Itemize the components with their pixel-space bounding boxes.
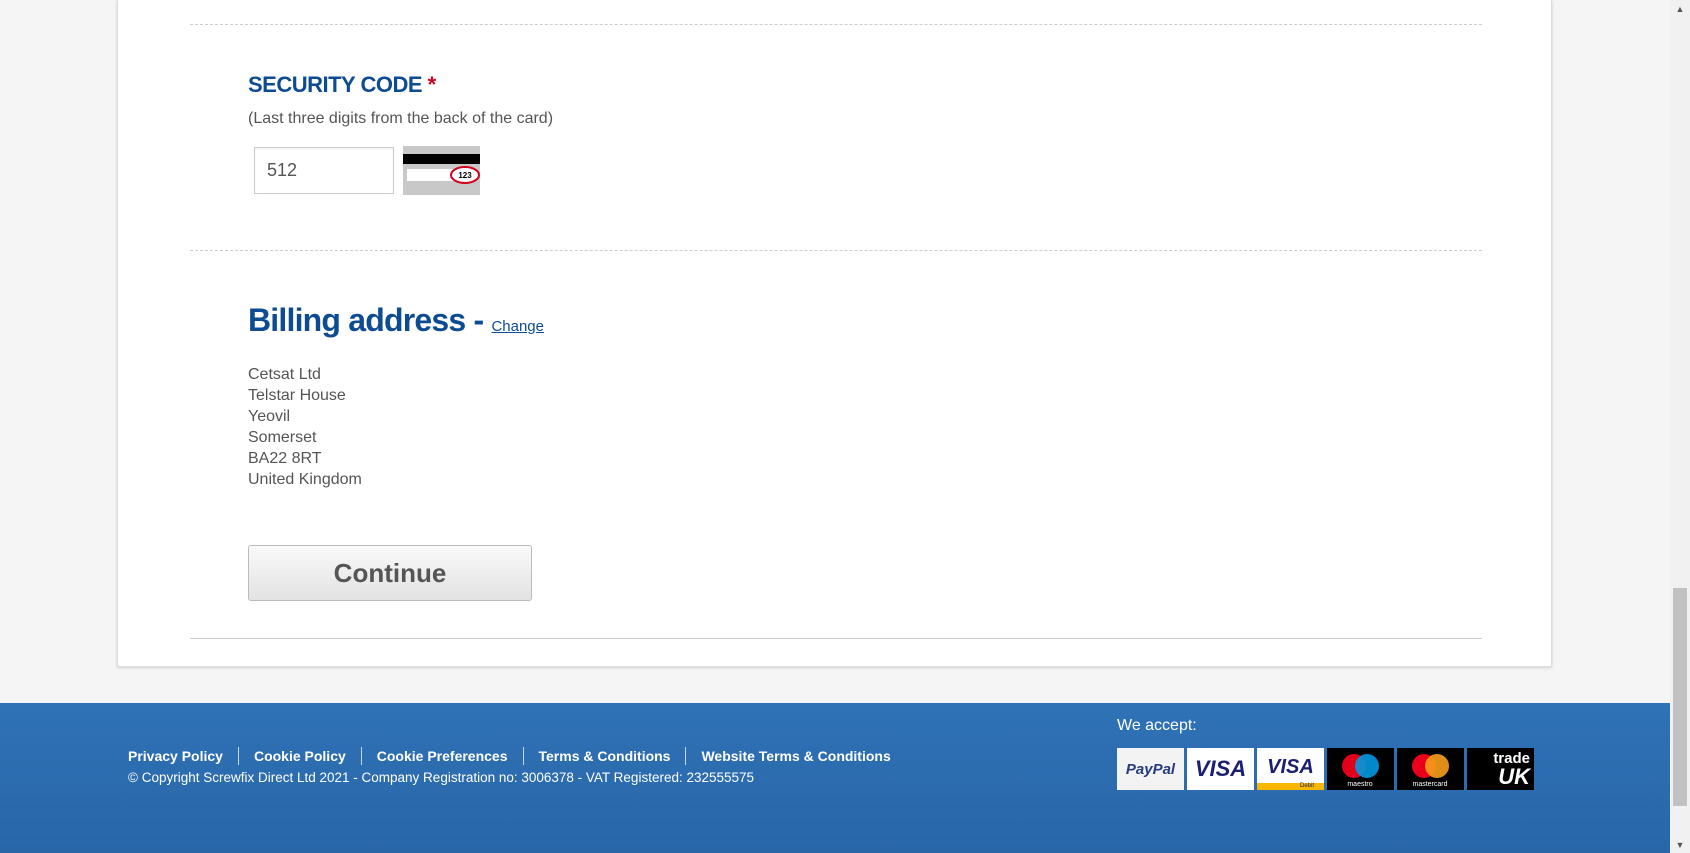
section-divider <box>190 638 1482 639</box>
address-line: Cetsat Ltd <box>248 366 321 383</box>
terms-conditions-link[interactable]: Terms & Conditions <box>522 747 686 765</box>
footer-links: Privacy Policy Cookie Policy Cookie Pref… <box>128 747 906 765</box>
cookie-policy-link[interactable]: Cookie Policy <box>237 747 361 765</box>
address-line: United Kingdom <box>248 471 362 488</box>
address-line: BA22 8RT <box>248 450 322 467</box>
trade-uk-logo: trade UK <box>1467 748 1534 790</box>
card-example-digits: 123 <box>458 171 472 180</box>
cookie-preferences-link[interactable]: Cookie Preferences <box>360 747 523 765</box>
copyright-text: © Copyright Screwfix Direct Ltd 2021 - C… <box>128 770 755 785</box>
change-billing-link[interactable]: Change <box>491 318 544 335</box>
svg-text:mastercard: mastercard <box>1412 781 1447 788</box>
visa-logo: VISA <box>1187 748 1254 790</box>
site-footer: Privacy Policy Cookie Policy Cookie Pref… <box>0 703 1670 853</box>
we-accept-label: We accept: <box>1117 717 1197 734</box>
scroll-down-arrow-icon[interactable]: ▼ <box>1670 836 1690 853</box>
paypal-logo: PayPal <box>1117 748 1184 790</box>
checkout-card: SECURITY CODE * (Last three digits from … <box>117 0 1552 667</box>
billing-address-heading: Billing address - Change <box>248 302 544 338</box>
security-code-hint: (Last three digits from the back of the … <box>248 110 554 127</box>
website-terms-link[interactable]: Website Terms & Conditions <box>685 747 905 765</box>
address-line: Yeovil <box>248 408 291 425</box>
security-code-input[interactable] <box>254 147 394 194</box>
required-mark: * <box>427 72 437 97</box>
address-line: Somerset <box>248 429 317 446</box>
scroll-up-arrow-icon[interactable]: ▲ <box>1670 0 1690 17</box>
svg-text:maestro: maestro <box>1347 781 1372 788</box>
address-line: Telstar House <box>248 387 346 404</box>
billing-address-block: Cetsat Ltd Telstar House Yeovil Somerset… <box>248 364 362 490</box>
continue-button[interactable]: Continue <box>248 545 532 601</box>
security-code-title: SECURITY CODE * <box>248 72 437 97</box>
card-back-illustration: 123 <box>403 146 480 195</box>
page-scrollbar[interactable]: ▲ ▼ <box>1670 0 1690 853</box>
visa-debit-logo: VISA Debit <box>1257 748 1324 790</box>
section-divider <box>190 250 1482 251</box>
maestro-logo: maestro <box>1327 748 1394 790</box>
section-divider <box>190 24 1482 25</box>
payment-logos: PayPal VISA VISA Debit maestro mastercar… <box>1117 748 1534 790</box>
mastercard-logo: mastercard <box>1397 748 1464 790</box>
scrollbar-thumb[interactable] <box>1673 588 1687 806</box>
privacy-policy-link[interactable]: Privacy Policy <box>128 747 238 765</box>
